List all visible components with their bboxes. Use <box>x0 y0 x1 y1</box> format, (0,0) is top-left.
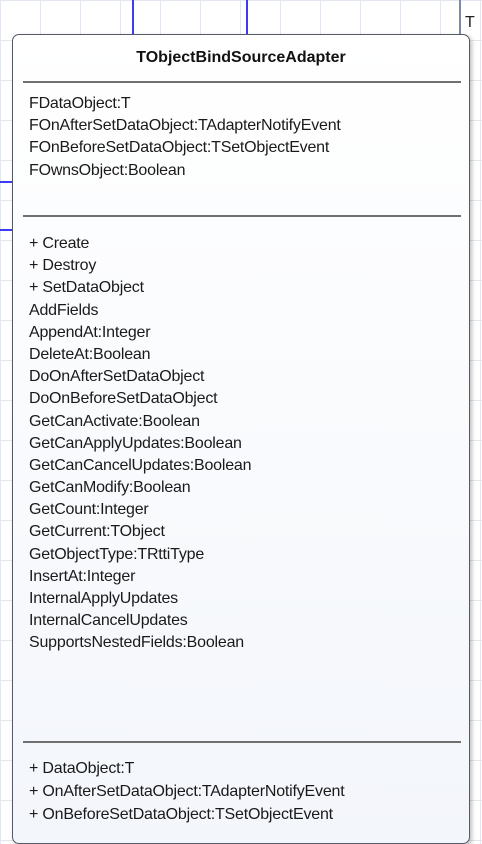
method-item[interactable]: DeleteAt:Boolean <box>29 344 461 366</box>
field-item[interactable]: FOnBeforeSetDataObject:TSetObjectEvent <box>29 137 461 159</box>
method-item[interactable]: GetCurrent:TObject <box>29 521 461 543</box>
separator-fields <box>23 215 461 217</box>
property-item[interactable]: + DataObject:T <box>29 758 461 781</box>
class-box[interactable]: TObjectBindSourceAdapter FDataObject:T F… <box>12 34 470 844</box>
connector-line-top-middle <box>246 0 248 34</box>
method-item[interactable]: DoOnAfterSetDataObject <box>29 366 461 388</box>
connector-line-left-lower <box>0 229 12 231</box>
method-item[interactable]: InternalCancelUpdates <box>29 610 461 632</box>
connector-line-left-upper <box>0 181 12 183</box>
method-item[interactable]: GetCanModify:Boolean <box>29 477 461 499</box>
method-item[interactable]: DoOnBeforeSetDataObject <box>29 388 461 410</box>
methods-section: + Create + Destroy + SetDataObject AddFi… <box>29 233 461 655</box>
separator-methods <box>23 741 461 743</box>
method-item[interactable]: AppendAt:Integer <box>29 322 461 344</box>
method-item[interactable]: GetCanApplyUpdates:Boolean <box>29 433 461 455</box>
properties-section: + DataObject:T + OnAfterSetDataObject:TA… <box>29 758 461 827</box>
method-item[interactable]: + Destroy <box>29 255 461 277</box>
method-item[interactable]: InternalApplyUpdates <box>29 588 461 610</box>
property-item[interactable]: + OnBeforeSetDataObject:TSetObjectEvent <box>29 804 461 827</box>
separator-title <box>23 81 461 83</box>
connector-line-top-right <box>459 0 461 34</box>
method-item[interactable]: GetCanActivate:Boolean <box>29 411 461 433</box>
adjacent-class-label: T <box>464 14 476 32</box>
method-item[interactable]: SupportsNestedFields:Boolean <box>29 632 461 654</box>
connector-line-top-left <box>132 0 134 34</box>
method-item[interactable]: GetCount:Integer <box>29 499 461 521</box>
method-item[interactable]: + Create <box>29 233 461 255</box>
field-item[interactable]: FOwnsObject:Boolean <box>29 160 461 182</box>
method-item[interactable]: + SetDataObject <box>29 277 461 299</box>
fields-section: FDataObject:T FOnAfterSetDataObject:TAda… <box>29 93 461 182</box>
method-item[interactable]: InsertAt:Integer <box>29 566 461 588</box>
method-item[interactable]: GetObjectType:TRttiType <box>29 544 461 566</box>
field-item[interactable]: FDataObject:T <box>29 93 461 115</box>
class-title: TObjectBindSourceAdapter <box>136 49 346 66</box>
field-item[interactable]: FOnAfterSetDataObject:TAdapterNotifyEven… <box>29 115 461 137</box>
method-item[interactable]: GetCanCancelUpdates:Boolean <box>29 455 461 477</box>
property-item[interactable]: + OnAfterSetDataObject:TAdapterNotifyEve… <box>29 781 461 804</box>
method-item[interactable]: AddFields <box>29 300 461 322</box>
